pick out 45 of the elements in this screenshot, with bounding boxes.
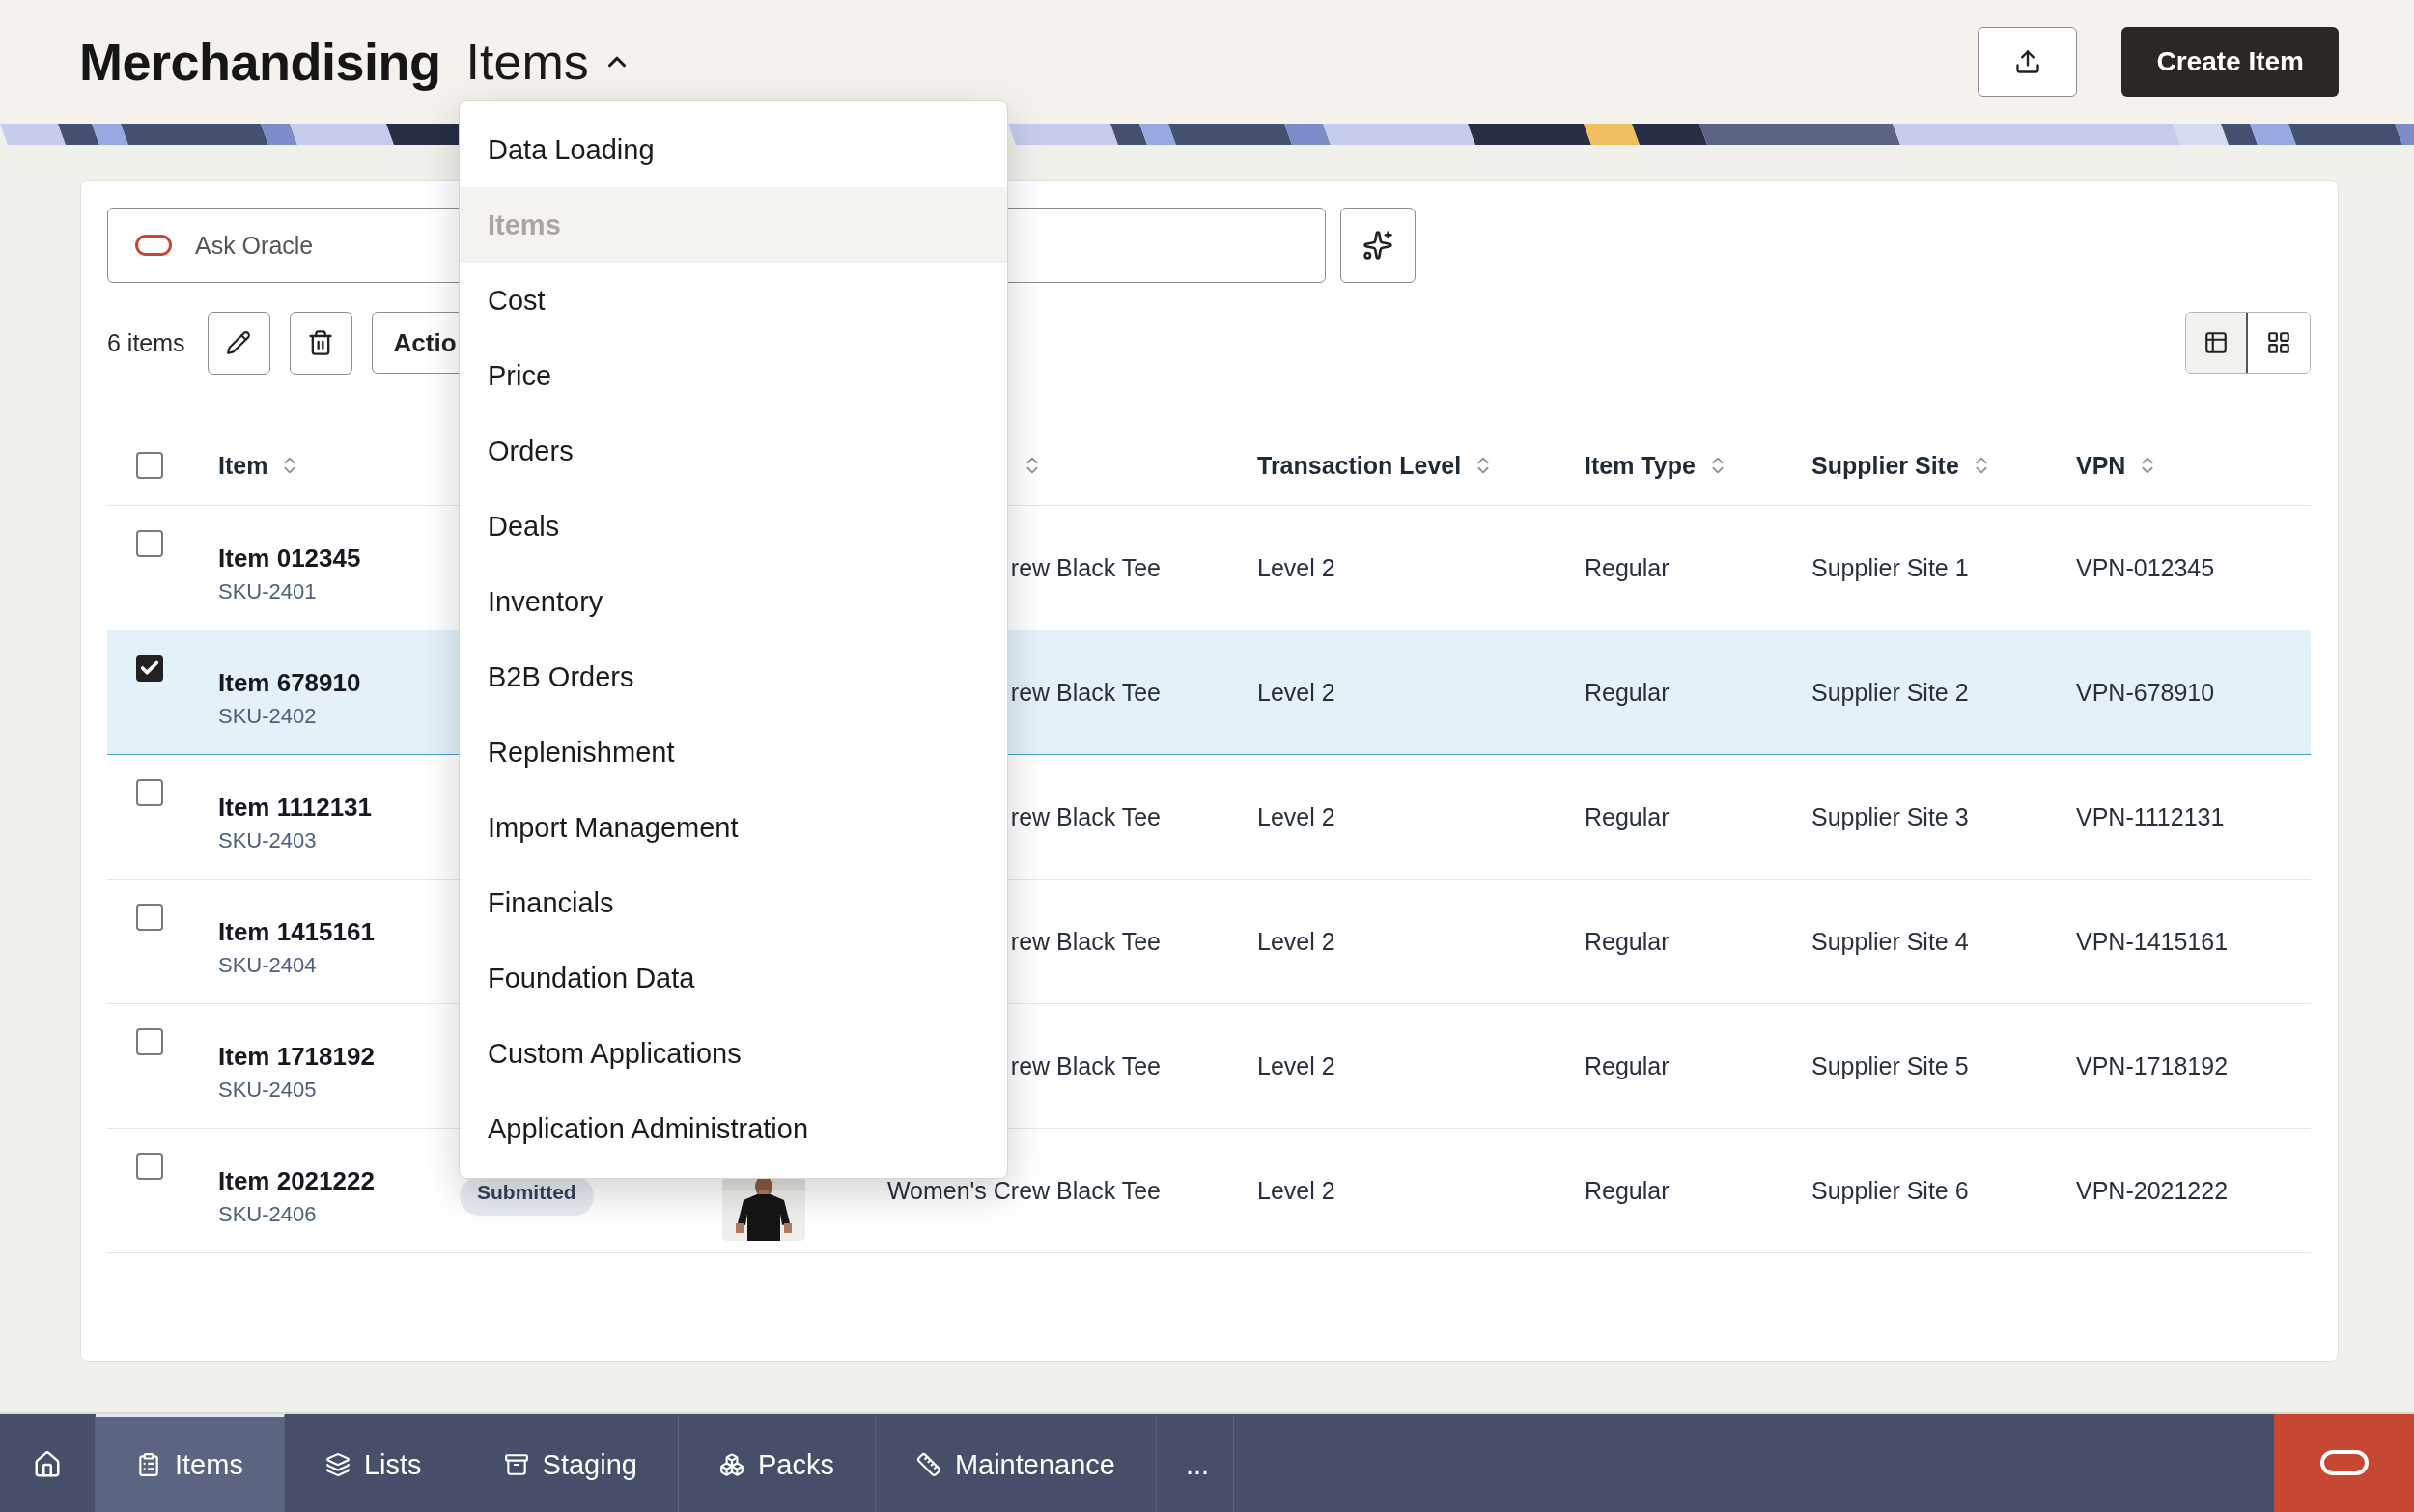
item-sku: SKU-2402 bbox=[218, 703, 317, 729]
table-cell: Level 2 bbox=[1257, 927, 1335, 956]
item-name: Item 2021222 bbox=[218, 1165, 375, 1196]
item-sku: SKU-2401 bbox=[218, 578, 317, 604]
table-cell: Level 2 bbox=[1257, 1176, 1335, 1205]
item-name: Item 678910 bbox=[218, 667, 361, 698]
item-name: Item 1112131 bbox=[218, 792, 373, 823]
table-cell: Women's Crew Black Tee bbox=[886, 1176, 1161, 1205]
table-cell: Supplier Site 4 bbox=[1811, 927, 1969, 956]
table-cell: VPN-012345 bbox=[2076, 553, 2215, 582]
table-cell: Level 2 bbox=[1257, 802, 1335, 831]
table-cell: Supplier Site 5 bbox=[1811, 1051, 1969, 1080]
table-cell: Supplier Site 3 bbox=[1811, 802, 1969, 831]
table-cell: rew Black Tee bbox=[1010, 802, 1161, 831]
table-cell: Supplier Site 2 bbox=[1811, 678, 1969, 707]
item-name: Item 1415161 bbox=[218, 916, 375, 947]
table-cell: Regular bbox=[1585, 802, 1670, 831]
table-cell: Regular bbox=[1585, 553, 1670, 582]
item-sku: SKU-2403 bbox=[218, 827, 317, 854]
table-cell: Level 2 bbox=[1257, 553, 1335, 582]
table-cell: Regular bbox=[1585, 678, 1670, 707]
table-cell: VPN-1415161 bbox=[2076, 927, 2229, 956]
item-sku: SKU-2405 bbox=[218, 1077, 317, 1103]
table-cell: rew Black Tee bbox=[1010, 678, 1161, 707]
table-cell: Supplier Site 1 bbox=[1811, 553, 1969, 582]
table-cell: Level 2 bbox=[1257, 678, 1335, 707]
table-cell: Regular bbox=[1585, 927, 1670, 956]
app-title: Merchandising bbox=[79, 32, 441, 92]
table-cell: VPN-678910 bbox=[2076, 678, 2215, 707]
table-cell: VPN-1718192 bbox=[2076, 1051, 2229, 1080]
item-name: Item 1718192 bbox=[218, 1041, 375, 1072]
table-cell: VPN-2021222 bbox=[2076, 1176, 2229, 1205]
table-cell: rew Black Tee bbox=[1010, 553, 1161, 582]
item-sku: SKU-2406 bbox=[218, 1201, 317, 1227]
table-cell: Supplier Site 6 bbox=[1811, 1176, 1969, 1205]
table-cell: rew Black Tee bbox=[1010, 927, 1161, 956]
status-badge: Submitted bbox=[460, 1177, 594, 1216]
table-cell: Regular bbox=[1585, 1051, 1670, 1080]
table-cell: Regular bbox=[1585, 1176, 1670, 1205]
item-sku: SKU-2404 bbox=[218, 952, 317, 978]
table-cell: VPN-1112131 bbox=[2076, 802, 2225, 831]
item-count: 6 items bbox=[107, 328, 185, 357]
table-cell: rew Black Tee bbox=[1010, 1051, 1161, 1080]
item-name: Item 012345 bbox=[218, 543, 361, 574]
table-cell: Level 2 bbox=[1257, 1051, 1335, 1080]
